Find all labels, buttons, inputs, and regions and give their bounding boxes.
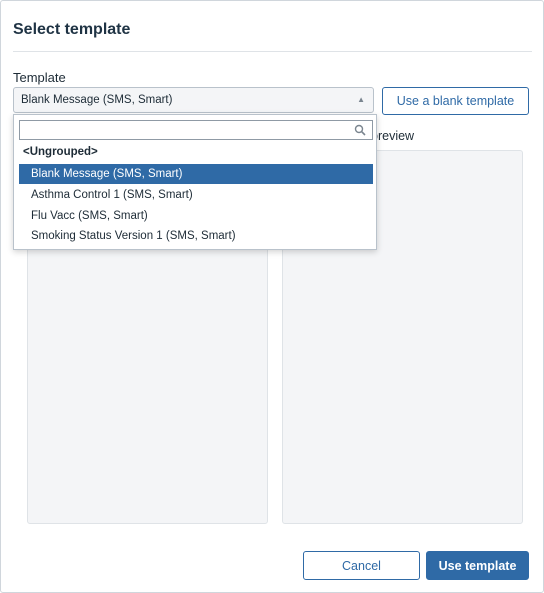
preview-label: preview [371, 129, 415, 143]
search-icon [354, 124, 366, 136]
use-blank-template-button[interactable]: Use a blank template [382, 87, 529, 115]
template-field-label: Template [13, 70, 66, 85]
caret-up-icon: ▲ [357, 95, 365, 104]
template-select[interactable]: Blank Message (SMS, Smart) ▲ [13, 87, 374, 113]
template-dropdown-list: <Ungrouped> Blank Message (SMS, Smart) A… [13, 114, 377, 250]
use-template-button[interactable]: Use template [426, 551, 529, 580]
dropdown-item-asthma-control[interactable]: Asthma Control 1 (SMS, Smart) [19, 185, 373, 205]
select-template-dialog: Select template Template Blank Message (… [0, 0, 544, 593]
dropdown-item-flu-vacc[interactable]: Flu Vacc (SMS, Smart) [19, 206, 373, 226]
dropdown-search-input[interactable] [19, 120, 373, 140]
dropdown-item-blank-message[interactable]: Blank Message (SMS, Smart) [19, 164, 373, 184]
cancel-button[interactable]: Cancel [303, 551, 420, 580]
dialog-title: Select template [13, 21, 131, 38]
dropdown-group-label: <Ungrouped> [23, 146, 98, 158]
template-select-value: Blank Message (SMS, Smart) [21, 94, 173, 106]
title-divider [13, 51, 532, 52]
dropdown-item-smoking-status[interactable]: Smoking Status Version 1 (SMS, Smart) [19, 226, 373, 246]
